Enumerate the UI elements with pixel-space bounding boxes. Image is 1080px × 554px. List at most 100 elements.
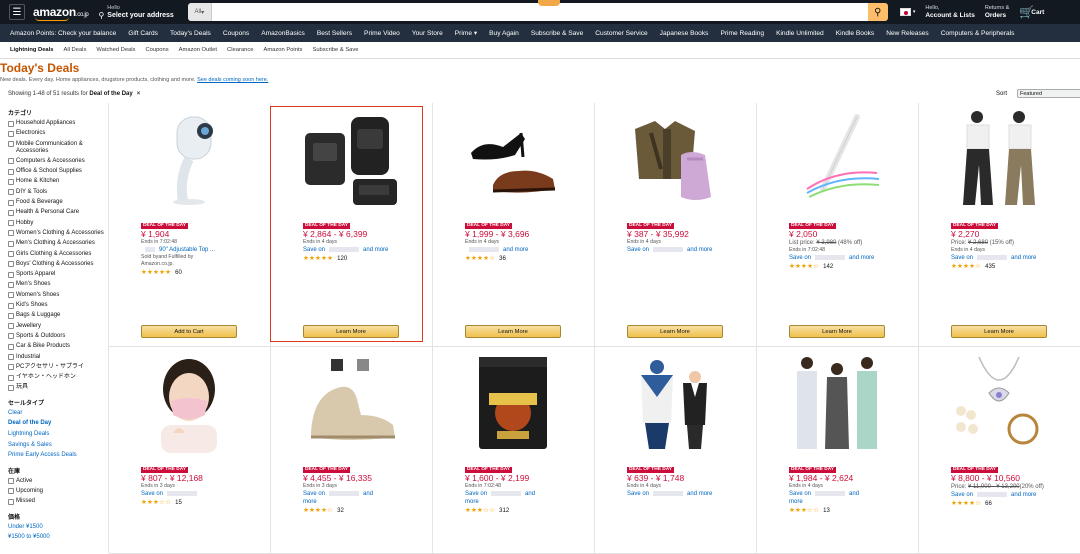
- nav-item[interactable]: New Releases: [880, 30, 935, 37]
- learn-more-button[interactable]: Learn More: [951, 325, 1047, 338]
- star-rating-icon[interactable]: ★★★★☆: [951, 499, 981, 507]
- subnav-item[interactable]: All Deals: [58, 47, 91, 53]
- subnav-item[interactable]: Watched Deals: [91, 47, 140, 53]
- checkbox[interactable]: [8, 189, 14, 196]
- category-filter[interactable]: Home & Kitchen: [8, 178, 106, 185]
- product-image[interactable]: [301, 353, 401, 453]
- learn-more-button[interactable]: Learn More: [789, 325, 885, 338]
- checkbox[interactable]: [8, 178, 14, 185]
- checkbox[interactable]: [8, 230, 14, 237]
- sale-filter-link[interactable]: Prime Early Access Deals: [8, 452, 106, 459]
- star-rating-icon[interactable]: ★★★★☆: [465, 254, 495, 262]
- product-image[interactable]: [787, 109, 887, 209]
- checkbox[interactable]: [8, 199, 14, 206]
- nav-item[interactable]: Prime ▾: [449, 29, 483, 37]
- checkbox[interactable]: [8, 281, 14, 288]
- and-more-label[interactable]: more: [789, 498, 905, 506]
- product-image[interactable]: [949, 109, 1049, 209]
- review-count[interactable]: 435: [985, 264, 995, 270]
- subnav-item[interactable]: Clearance: [222, 47, 258, 53]
- amazon-logo[interactable]: amazon.co.jp: [33, 5, 89, 21]
- checkbox[interactable]: [8, 498, 14, 505]
- nav-item[interactable]: Amazon Points: Check your balance: [0, 30, 122, 37]
- category-filter[interactable]: Car & Bike Products: [8, 343, 106, 350]
- deal-card[interactable]: DEAL OF THE DAY ¥ 807 - ¥ 12,168 Ends in 3…: [109, 347, 271, 554]
- save-on-link[interactable]: Save on and more: [303, 246, 419, 254]
- category-filter[interactable]: Women's Shoes: [8, 292, 106, 299]
- learn-more-button[interactable]: Learn More: [303, 325, 399, 338]
- category-filter[interactable]: Men's Shoes: [8, 281, 106, 288]
- category-filter[interactable]: イヤホン・ヘッドホン: [8, 374, 106, 381]
- nav-item[interactable]: Prime Video: [358, 30, 406, 37]
- checkbox[interactable]: [8, 312, 14, 319]
- category-filter[interactable]: Bags & Luggage: [8, 312, 106, 319]
- save-on-link[interactable]: Save on and: [789, 490, 905, 498]
- product-title-link[interactable]: 90" Adjustable Top ...: [141, 246, 257, 254]
- review-count[interactable]: 312: [499, 508, 509, 514]
- review-count[interactable]: 32: [337, 508, 344, 514]
- deal-card[interactable]: DEAL OF THE DAY ¥ 1,984 - ¥ 2,624 Ends in …: [757, 347, 919, 554]
- account-menu[interactable]: Hello, Account & Lists: [925, 5, 974, 19]
- deal-card[interactable]: DEAL OF THE DAY ¥ 387 - ¥ 35,992 Ends in 4…: [595, 103, 757, 347]
- deal-card[interactable]: DEAL OF THE DAY ¥ 1,600 - ¥ 2,199 Ends in …: [433, 347, 595, 554]
- checkbox[interactable]: [8, 333, 14, 340]
- nav-item[interactable]: Kindle Unlimited: [770, 30, 830, 37]
- checkbox[interactable]: [8, 130, 14, 137]
- nav-item[interactable]: Your Store: [406, 30, 449, 37]
- category-filter[interactable]: Sports Apparel: [8, 271, 106, 278]
- category-filter[interactable]: PCアクセサリ・サプライ: [8, 364, 106, 371]
- add-to-cart-button[interactable]: Add to Cart: [141, 325, 237, 338]
- nav-item[interactable]: Kindle Books: [830, 30, 881, 37]
- nav-item[interactable]: AmazonBasics: [255, 30, 311, 37]
- category-filter[interactable]: DIY & Tools: [8, 189, 106, 196]
- category-filter[interactable]: Boys' Clothing & Accessories: [8, 261, 106, 268]
- checkbox[interactable]: [8, 374, 14, 381]
- product-image[interactable]: [139, 353, 239, 453]
- deal-card[interactable]: DEAL OF THE DAY ¥ 2,864 - ¥ 6,399 Ends in …: [271, 103, 433, 347]
- deal-card[interactable]: DEAL OF THE DAY ¥ 639 - ¥ 1,748 Ends in 4 …: [595, 347, 757, 554]
- category-filter[interactable]: Jewellery: [8, 323, 106, 330]
- star-rating-icon[interactable]: ★★★★☆: [951, 262, 981, 270]
- category-filter[interactable]: Food & Beverage: [8, 199, 106, 206]
- sale-filter-link[interactable]: Savings & Sales: [8, 442, 106, 449]
- checkbox[interactable]: [8, 488, 14, 495]
- checkbox[interactable]: [8, 364, 14, 371]
- save-on-link[interactable]: and more: [465, 246, 581, 254]
- nav-item[interactable]: Computers & Peripherals: [935, 30, 1021, 37]
- sale-filter-link-selected[interactable]: Deal of the Day: [8, 420, 106, 427]
- review-count[interactable]: 36: [499, 256, 506, 262]
- save-on-link[interactable]: Save on and more: [951, 254, 1067, 262]
- deal-card[interactable]: DEAL OF THE DAY ¥ 2,270 Price: ¥ 2,680 (15…: [919, 103, 1080, 347]
- checkbox[interactable]: [8, 292, 14, 299]
- checkbox[interactable]: [8, 354, 14, 361]
- nav-item[interactable]: Buy Again: [483, 30, 525, 37]
- category-filter[interactable]: Household Appliances: [8, 120, 106, 127]
- checkbox[interactable]: [8, 168, 14, 175]
- category-filter[interactable]: Men's Clothing & Accessories: [8, 240, 106, 247]
- review-count[interactable]: 120: [337, 256, 347, 262]
- deal-card[interactable]: DEAL OF THE DAY ¥ 1,999 - ¥ 3,696 Ends in …: [433, 103, 595, 347]
- checkbox[interactable]: [8, 302, 14, 309]
- nav-item[interactable]: Japanese Books: [654, 30, 715, 37]
- upcoming-deals-link[interactable]: See deals coming soon here.: [197, 77, 268, 83]
- nav-item[interactable]: Best Sellers: [311, 30, 358, 37]
- sort-select[interactable]: Featured: [1017, 89, 1080, 98]
- category-filter[interactable]: Computers & Accessories: [8, 158, 106, 165]
- subnav-item[interactable]: Amazon Points: [258, 47, 307, 53]
- subnav-item[interactable]: Subscribe & Save: [307, 47, 363, 53]
- deal-card[interactable]: DEAL OF THE DAY ¥ 1,904 Ends in 7:02:48 90"…: [109, 103, 271, 347]
- checkbox[interactable]: [8, 251, 14, 258]
- checkbox[interactable]: [8, 141, 14, 148]
- learn-more-button[interactable]: Learn More: [465, 325, 561, 338]
- deal-card[interactable]: DEAL OF THE DAY ¥ 8,800 - ¥ 10,560 Price: …: [919, 347, 1080, 554]
- stock-filter[interactable]: Missed: [8, 498, 106, 505]
- review-count[interactable]: 60: [175, 270, 182, 276]
- star-rating-icon[interactable]: ★★★☆☆: [789, 506, 819, 514]
- star-rating-icon[interactable]: ★★★★★: [303, 254, 333, 262]
- price-filter-link[interactable]: ¥1500 to ¥5000: [8, 534, 106, 541]
- save-on-link[interactable]: Save on and more: [627, 246, 743, 254]
- search-button[interactable]: ⚲: [867, 3, 888, 21]
- product-image[interactable]: [625, 353, 725, 453]
- star-rating-icon[interactable]: ★★★☆☆: [141, 498, 171, 506]
- search-category-select[interactable]: All ▾: [187, 3, 212, 21]
